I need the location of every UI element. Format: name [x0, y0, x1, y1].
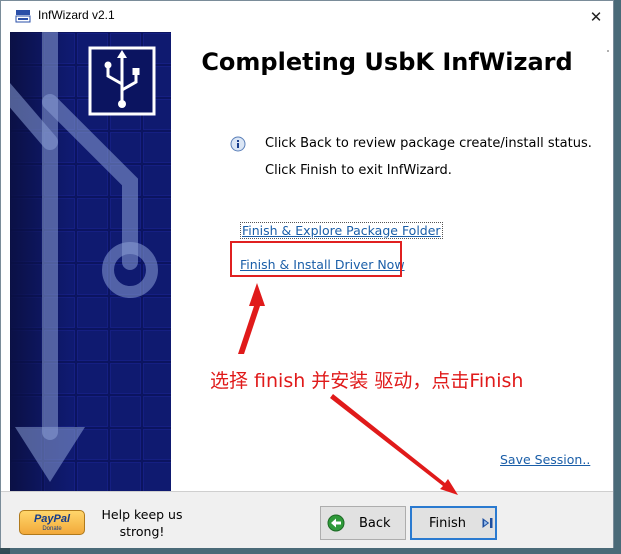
info-line-finish: Click Finish to exit InfWizard. — [265, 163, 452, 178]
info-icon — [230, 136, 246, 152]
paypal-donate-label: Donate — [42, 526, 62, 532]
close-icon: ✕ — [589, 8, 603, 26]
title-bar: InfWizard v2.1 ✕ — [1, 1, 613, 32]
infwizard-app-icon — [15, 9, 31, 23]
finish-button-label: Finish — [429, 515, 467, 531]
finish-explore-package-folder-link[interactable]: Finish & Explore Package Folder — [240, 222, 443, 239]
usb-banner-graphic — [10, 32, 171, 491]
annotation-text: 选择 finish 并安装 驱动，点击Finish — [210, 370, 524, 392]
bottom-button-bar: PayPal Donate Help keep us strong! Back … — [1, 491, 613, 548]
finish-icon — [482, 518, 493, 528]
finish-button[interactable]: Finish — [410, 506, 497, 540]
save-session-link[interactable]: Save Session.. — [500, 452, 590, 467]
window-title: InfWizard v2.1 — [38, 8, 115, 22]
info-line-back: Click Back to review package create/inst… — [265, 136, 592, 151]
back-arrow-icon — [327, 514, 345, 532]
help-keep-us-strong-text: Help keep us strong! — [101, 507, 183, 539]
back-button-label: Back — [359, 515, 391, 531]
page-title: Completing UsbK InfWizard — [201, 48, 573, 76]
back-button[interactable]: Back — [320, 506, 406, 540]
paypal-label: PayPal — [33, 513, 71, 525]
resize-grip-icon — [607, 50, 609, 52]
close-button[interactable]: ✕ — [581, 4, 611, 30]
annotation-highlight-box — [230, 241, 402, 277]
paypal-donate-button[interactable]: PayPal Donate — [19, 510, 85, 535]
